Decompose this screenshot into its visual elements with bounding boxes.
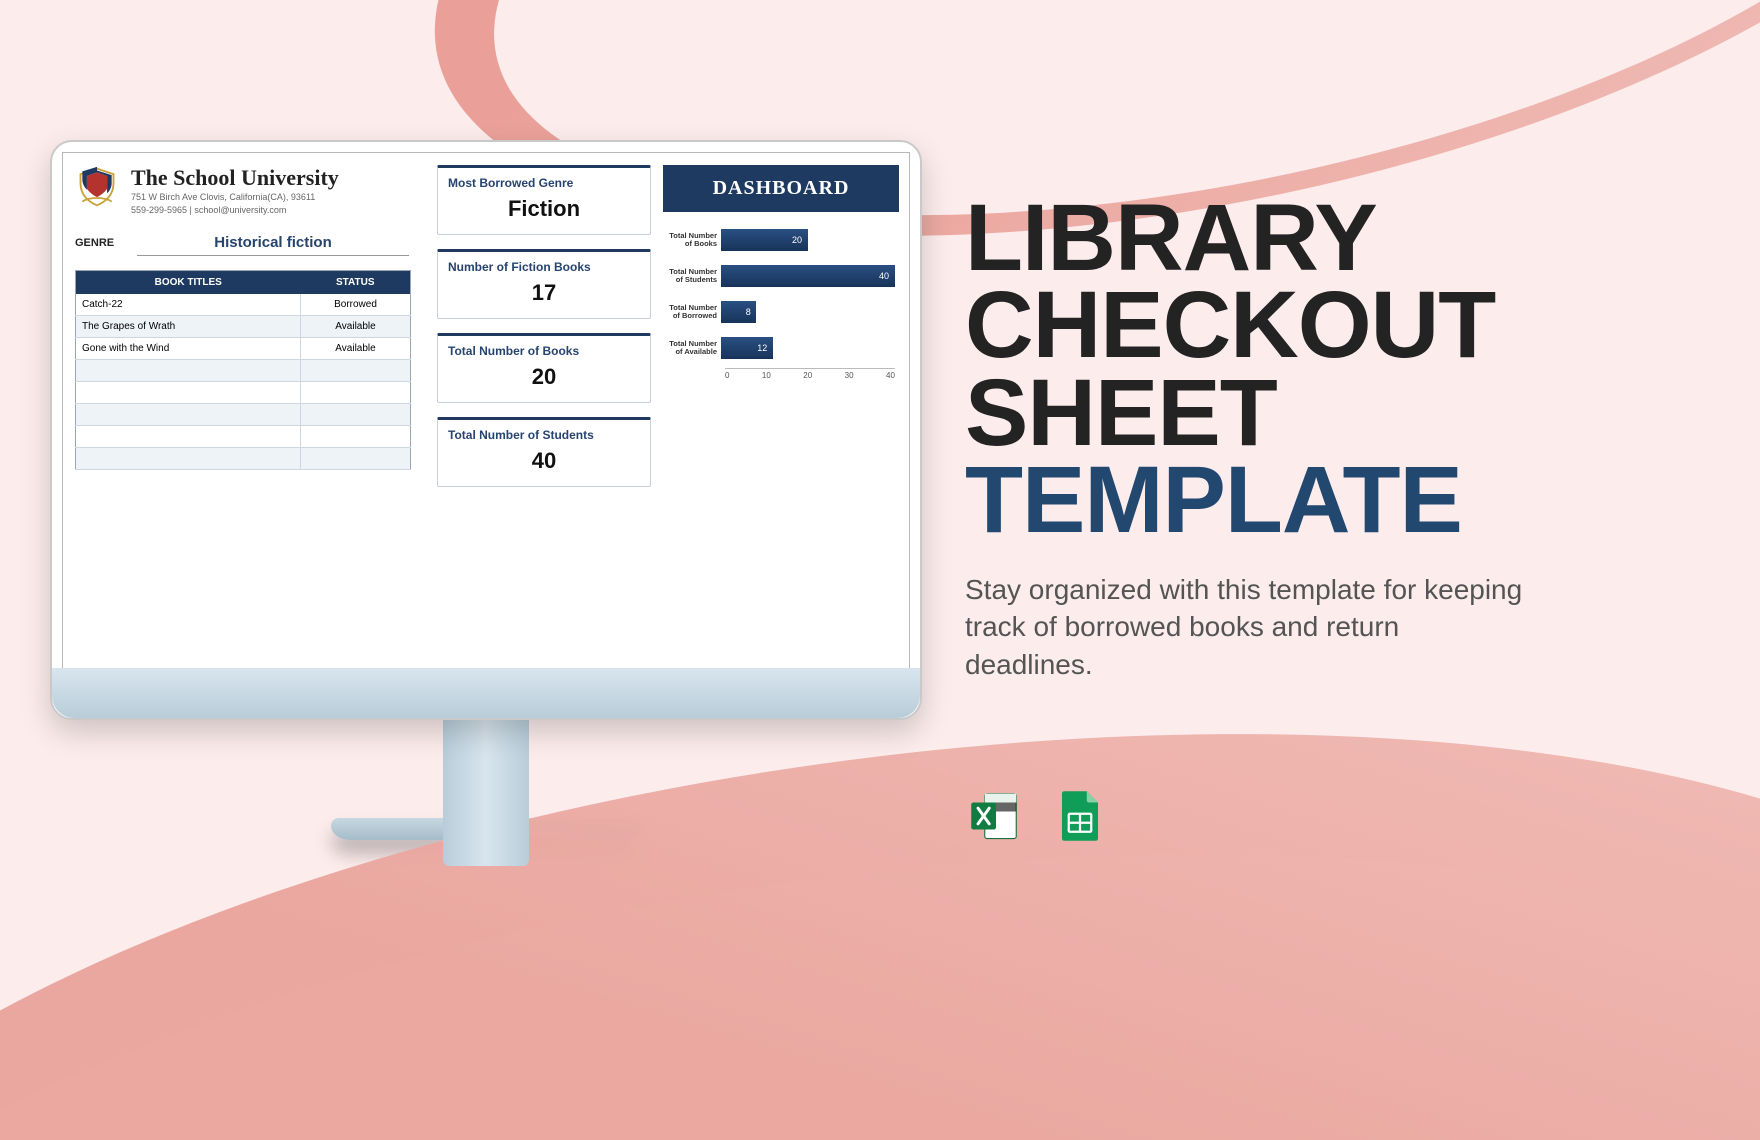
imac-stand-neck: [443, 716, 529, 866]
cell-title: [76, 448, 301, 470]
excel-icon: [965, 785, 1027, 847]
chart-bar: [721, 265, 895, 287]
table-row: [76, 404, 411, 426]
cell-status: [301, 426, 411, 448]
stat-label: Most Borrowed Genre: [438, 168, 650, 196]
chart-bar-row: Total Number of Borrowed 8: [663, 296, 895, 328]
cell-title: The Grapes of Wrath: [76, 316, 301, 338]
table-row: Gone with the WindAvailable: [76, 338, 411, 360]
chart-bar-track: 20: [721, 229, 895, 251]
stat-block: Most Borrowed GenreFiction: [437, 165, 651, 235]
chart-bar-label: Total Number of Books: [663, 232, 721, 249]
school-address: 751 W Birch Ave Clovis, California(CA), …: [131, 191, 339, 204]
chart-bar-value: 40: [879, 271, 889, 281]
stat-value: 20: [438, 364, 650, 402]
stat-label: Total Number of Students: [438, 420, 650, 448]
chart-tick: 20: [803, 371, 812, 380]
template-screen: The School University 751 W Birch Ave Cl…: [62, 152, 910, 672]
stats-column: Most Borrowed GenreFiction Number of Fict…: [437, 165, 651, 501]
school-text: The School University 751 W Birch Ave Cl…: [131, 165, 339, 216]
google-sheets-icon: [1049, 785, 1111, 847]
cell-title: [76, 382, 301, 404]
school-name: The School University: [131, 165, 339, 191]
cell-status: [301, 360, 411, 382]
chart-bar-track: 12: [721, 337, 895, 359]
dashboard-column: DASHBOARD Total Number of Books20Total N…: [663, 165, 899, 384]
table-row: [76, 382, 411, 404]
stat-label: Total Number of Books: [438, 336, 650, 364]
sub-copy: Stay organized with this template for ke…: [965, 571, 1525, 684]
chart-x-axis: 0 10 20 30 40: [725, 368, 895, 380]
chart-bar-track: 40: [721, 265, 895, 287]
page-title: LIBRARY CHECKOUT SHEET TEMPLATE: [965, 195, 1585, 545]
cell-status: Available: [301, 316, 411, 338]
cell-title: [76, 360, 301, 382]
chart-bar-label: Total Number of Students: [663, 268, 721, 285]
table-row: [76, 448, 411, 470]
chart-bar-row: Total Number of Available 12: [663, 332, 895, 364]
chart-bar-track: 8: [721, 301, 895, 323]
school-logo-icon: [75, 165, 119, 209]
chart-bar-label: Total Number of Available: [663, 340, 721, 357]
stat-block: Total Number of Students40: [437, 417, 651, 487]
table-row: Catch-22Borrowed: [76, 294, 411, 316]
book-table: BOOK TITLES STATUS Catch-22BorrowedThe G…: [75, 270, 411, 470]
imac-mockup: The School University 751 W Birch Ave Cl…: [50, 140, 922, 840]
chart-tick: 10: [762, 371, 771, 380]
table-row: [76, 426, 411, 448]
chart-bar-value: 20: [792, 235, 802, 245]
stat-value: 40: [438, 448, 650, 486]
stat-label: Number of Fiction Books: [438, 252, 650, 280]
cell-title: [76, 426, 301, 448]
stat-value: Fiction: [438, 196, 650, 234]
chart-tick: 0: [725, 371, 729, 380]
chart-bar-row: Total Number of Books 20: [663, 224, 895, 256]
col-book-titles: BOOK TITLES: [76, 271, 301, 295]
headline-line-4: TEMPLATE: [965, 447, 1462, 553]
genre-label: GENRE: [75, 237, 123, 249]
chart-bar-label: Total Number of Borrowed: [663, 304, 721, 321]
stat-block: Total Number of Books20: [437, 333, 651, 403]
imac-bezel: The School University 751 W Birch Ave Cl…: [50, 140, 922, 720]
cell-status: Available: [301, 338, 411, 360]
cell-status: [301, 382, 411, 404]
dashboard-chart: Total Number of Books 20 Total Number of S…: [663, 212, 899, 384]
chart-tick: 30: [845, 371, 854, 380]
table-row: [76, 360, 411, 382]
chart-bar-row: Total Number of Students 40: [663, 260, 895, 292]
chart-bar-value: 12: [757, 343, 767, 353]
dashboard-title: DASHBOARD: [663, 165, 899, 212]
school-contact: 559-299-5965 | school@university.com: [131, 204, 339, 217]
cell-title: Gone with the Wind: [76, 338, 301, 360]
cell-status: Borrowed: [301, 294, 411, 316]
stat-value: 17: [438, 280, 650, 318]
cell-title: Catch-22: [76, 294, 301, 316]
imac-chin: [52, 668, 920, 718]
cell-status: [301, 404, 411, 426]
cell-title: [76, 404, 301, 426]
stat-block: Number of Fiction Books17: [437, 249, 651, 319]
genre-selected[interactable]: Historical fiction: [137, 230, 409, 256]
chart-tick: 40: [886, 371, 895, 380]
cell-status: [301, 448, 411, 470]
app-icons-row: [965, 785, 1111, 847]
col-status: STATUS: [301, 271, 411, 295]
table-row: The Grapes of WrathAvailable: [76, 316, 411, 338]
chart-bar-value: 8: [746, 307, 751, 317]
headline-block: LIBRARY CHECKOUT SHEET TEMPLATE Stay org…: [965, 195, 1585, 684]
